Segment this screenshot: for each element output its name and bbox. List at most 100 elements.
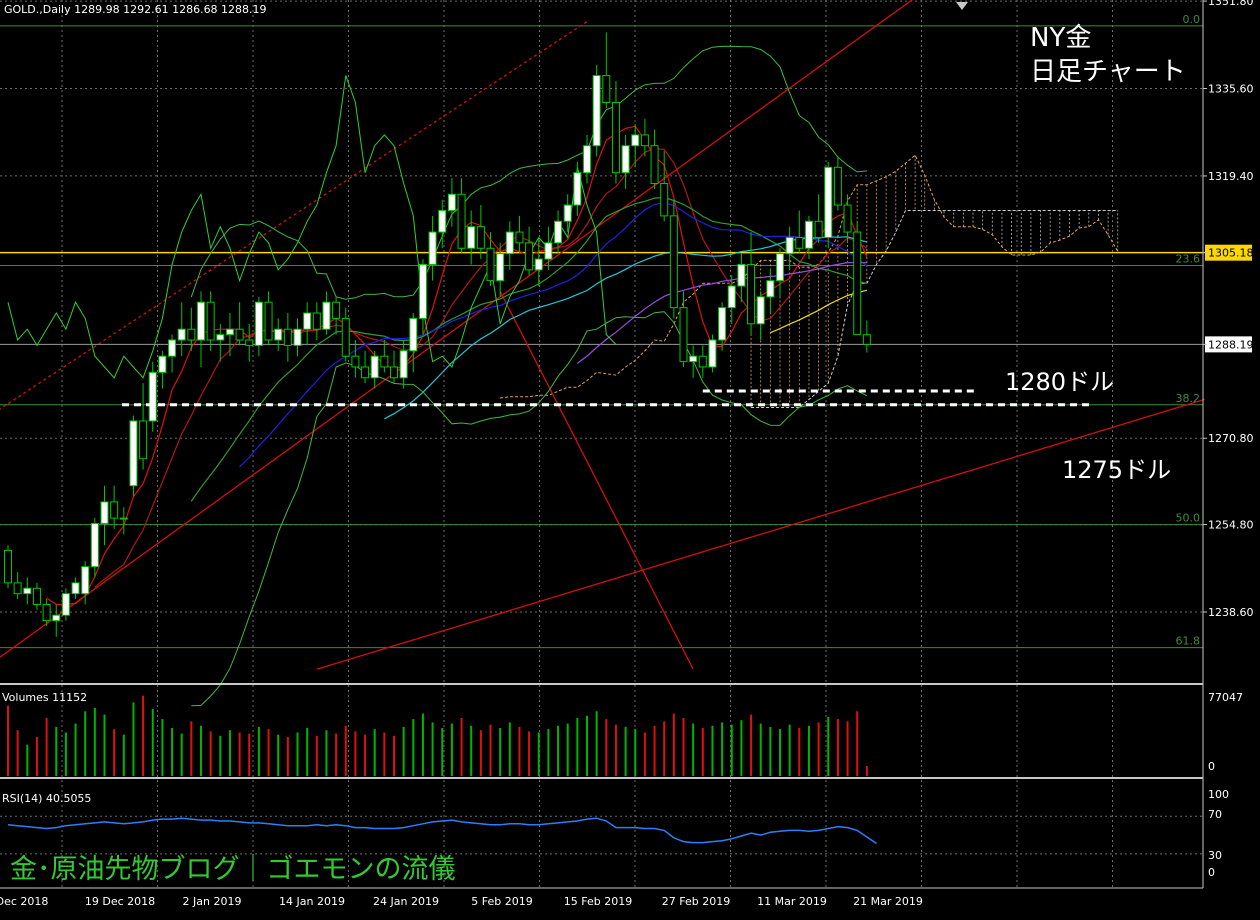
candle-body bbox=[766, 280, 775, 298]
candle-body bbox=[428, 231, 437, 265]
candle-body bbox=[438, 209, 447, 233]
candle-body bbox=[216, 334, 225, 341]
candle-body bbox=[13, 582, 22, 595]
candle-body bbox=[544, 242, 553, 260]
candle-body bbox=[42, 603, 51, 622]
price-tick-label: 1254.80 bbox=[1208, 519, 1254, 532]
price-tick-label: 1335.60 bbox=[1208, 83, 1254, 96]
candle-body bbox=[660, 182, 669, 217]
candle-body bbox=[71, 582, 80, 595]
candle-body bbox=[505, 231, 514, 255]
date-tick-label: 24 Jan 2019 bbox=[373, 895, 439, 908]
volume-label: Volumes 11152 bbox=[2, 691, 87, 704]
candle-body bbox=[168, 339, 177, 357]
annotation-1280: 1280ドル bbox=[1005, 368, 1114, 396]
price-tick-label: 1238.60 bbox=[1208, 606, 1254, 619]
candle-body bbox=[206, 301, 215, 341]
candle-body bbox=[573, 172, 582, 206]
candle-body bbox=[776, 253, 784, 282]
candle-body bbox=[708, 339, 717, 368]
candle-body bbox=[602, 75, 611, 104]
chart-header: GOLD.,Daily 1289.98 1292.61 1286.68 1288… bbox=[4, 3, 267, 16]
candle-body bbox=[110, 501, 119, 519]
candle-body bbox=[833, 166, 842, 206]
price-tick-label: 1351.80 bbox=[1208, 0, 1254, 8]
candle-body bbox=[650, 145, 659, 184]
price-tick-label: 1288.19 bbox=[1208, 338, 1254, 351]
candle-body bbox=[197, 301, 205, 341]
candle-body bbox=[245, 339, 254, 346]
candle-body bbox=[129, 420, 138, 487]
date-tick-label: 19 Dec 2018 bbox=[85, 895, 155, 908]
candle-body bbox=[467, 226, 476, 249]
chart-overlay-title-line2: 日足チャート bbox=[1030, 57, 1186, 87]
volume-max-label: 77047 bbox=[1208, 691, 1243, 704]
candle-body bbox=[177, 328, 186, 341]
candle-body bbox=[824, 166, 833, 238]
candle-body bbox=[525, 242, 534, 271]
candle-body bbox=[100, 501, 109, 524]
candle-body bbox=[418, 263, 427, 319]
candle-body bbox=[563, 204, 572, 222]
rsi-tick-0: 0 bbox=[1208, 866, 1215, 879]
candle-body bbox=[274, 328, 283, 341]
candle-body bbox=[862, 334, 871, 345]
candle-body bbox=[52, 614, 61, 622]
date-tick-label: 2 Jan 2019 bbox=[183, 895, 242, 908]
candle-body bbox=[496, 253, 505, 282]
candle-body bbox=[225, 328, 234, 336]
candle-body bbox=[341, 317, 350, 357]
rsi-tick-70: 70 bbox=[1208, 808, 1222, 821]
candle-body bbox=[640, 134, 649, 147]
candle-body bbox=[843, 204, 852, 233]
date-tick-label: 14 Jan 2019 bbox=[279, 895, 345, 908]
candle-body bbox=[370, 355, 379, 379]
candle-body bbox=[148, 371, 157, 422]
candle-body bbox=[390, 366, 398, 379]
blog-watermark: 金･原油先物ブログ｜ゴエモンの流儀 bbox=[10, 854, 456, 885]
candle-body bbox=[23, 587, 32, 595]
fib-label: 38.2 bbox=[1176, 392, 1201, 405]
rsi-label: RSI(14) 40.5055 bbox=[2, 792, 91, 805]
fib-label: 61.8 bbox=[1176, 635, 1201, 648]
candle-body bbox=[81, 566, 90, 595]
candle-body bbox=[293, 328, 302, 346]
rsi-tick-30: 30 bbox=[1208, 849, 1222, 862]
candle-body bbox=[447, 193, 456, 211]
candle-body bbox=[795, 236, 804, 249]
chart-overlay-title-line1: NY金 bbox=[1030, 23, 1091, 53]
candle-body bbox=[747, 263, 756, 325]
candle-body bbox=[486, 247, 495, 282]
price-tick-label: 1270.80 bbox=[1208, 432, 1254, 445]
candle-body bbox=[698, 355, 707, 368]
date-tick-label: 5 Feb 2019 bbox=[471, 895, 532, 908]
candle-body bbox=[669, 215, 678, 309]
candle-body bbox=[457, 193, 466, 249]
candle-body bbox=[476, 226, 485, 249]
candle-body bbox=[727, 285, 736, 309]
candle-body bbox=[399, 350, 408, 379]
candle-body bbox=[583, 145, 591, 174]
date-tick-label: Dec 2018 bbox=[0, 895, 48, 908]
fib-label: 50.0 bbox=[1176, 512, 1201, 525]
candle-body bbox=[554, 220, 563, 244]
candle-body bbox=[621, 145, 630, 174]
candle-body bbox=[303, 312, 312, 330]
candle-body bbox=[312, 312, 321, 330]
fib-label: 0.0 bbox=[1183, 13, 1201, 26]
candle-body bbox=[611, 102, 620, 174]
candle-body bbox=[187, 328, 196, 341]
candle-body bbox=[718, 307, 727, 341]
candle-body bbox=[61, 593, 70, 616]
candle-body bbox=[689, 355, 698, 363]
candle-body bbox=[814, 220, 823, 238]
candle-body bbox=[756, 296, 765, 325]
candle-body bbox=[804, 220, 813, 249]
date-tick-label: 11 Mar 2019 bbox=[757, 895, 827, 908]
candle-body bbox=[264, 301, 273, 341]
candle-body bbox=[254, 301, 263, 346]
volume-min-label: 0 bbox=[1208, 760, 1215, 773]
candle-body bbox=[235, 328, 244, 341]
candle-body bbox=[853, 231, 862, 336]
candle-body bbox=[534, 258, 543, 271]
